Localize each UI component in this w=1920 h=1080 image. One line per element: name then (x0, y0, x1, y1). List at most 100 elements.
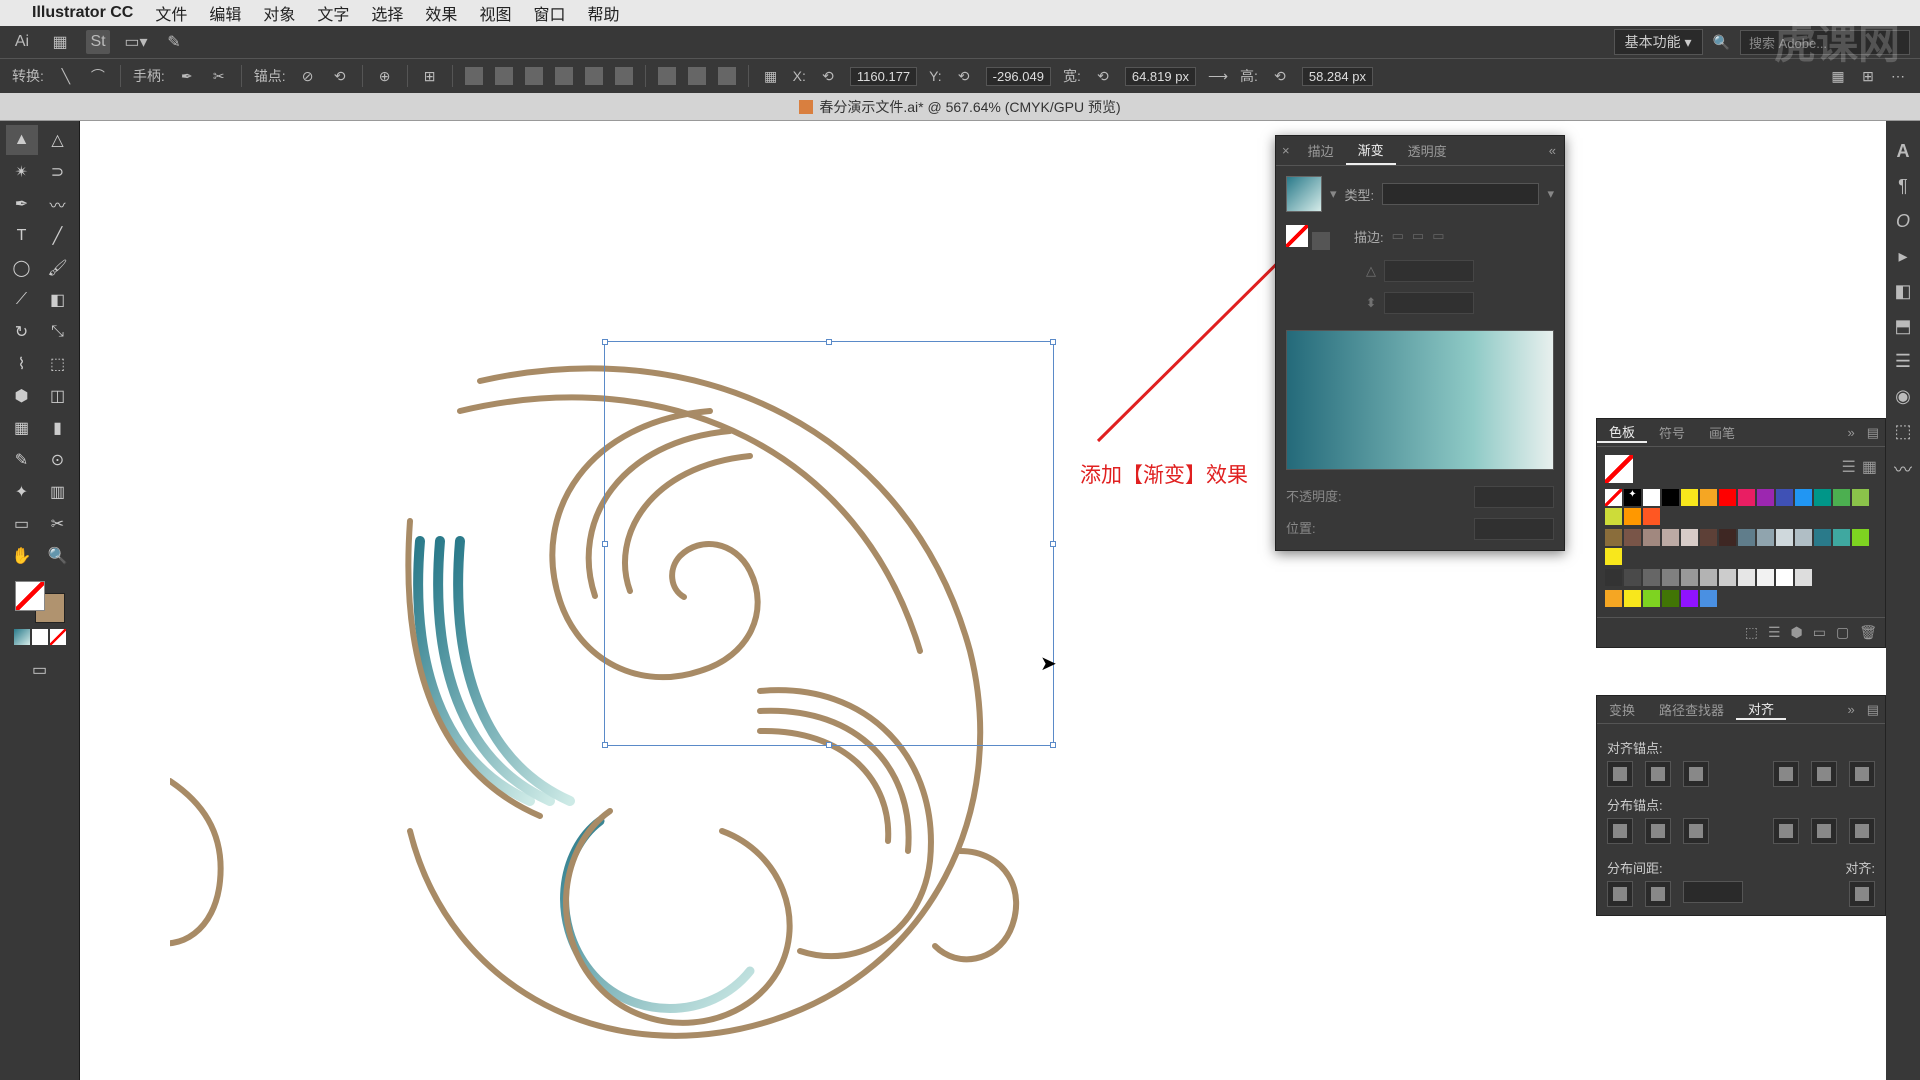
menu-select[interactable]: 选择 (371, 1, 403, 25)
panel-close-icon[interactable]: × (1276, 143, 1296, 158)
color-mode-swatches[interactable] (14, 629, 66, 645)
dist-sh-icon[interactable] (1607, 881, 1633, 907)
swatch-color[interactable] (1605, 548, 1622, 565)
opentype-panel-icon[interactable]: O (1896, 211, 1910, 232)
link-w-icon[interactable]: ⟲ (1093, 66, 1113, 86)
align-r-icon[interactable] (1683, 761, 1709, 787)
pref-icon[interactable]: ✎ (162, 30, 186, 54)
dist-c-icon[interactable] (1811, 818, 1837, 844)
dist-b-icon[interactable] (1683, 818, 1709, 844)
swatch-menu-icon[interactable]: ☰ (1768, 624, 1781, 641)
handle-icon[interactable]: ✒ (177, 66, 197, 86)
shape-builder-tool[interactable]: ⬢ (6, 381, 38, 411)
align-expand-icon[interactable]: » (1841, 702, 1860, 717)
swatch-color[interactable] (1814, 529, 1831, 546)
libraries-icon[interactable]: ◧ (1894, 281, 1911, 302)
gradient-type-select[interactable] (1382, 183, 1539, 205)
swatch-color[interactable] (1662, 489, 1679, 506)
align-pixel-icon[interactable]: ⊞ (420, 66, 440, 86)
angle-icon[interactable]: △ (1366, 263, 1376, 279)
stroke-tab[interactable]: 描边 (1296, 136, 1346, 165)
location-field[interactable] (1474, 518, 1554, 540)
ref-point-icon[interactable]: ▦ (761, 66, 781, 86)
link-y-icon[interactable]: ⟲ (954, 66, 974, 86)
paragraph-panel-icon[interactable]: ¶ (1898, 176, 1908, 197)
dist-space-icon[interactable] (718, 67, 736, 85)
swatch-color[interactable] (1738, 529, 1755, 546)
swatch-color[interactable] (1852, 529, 1869, 546)
swatch-color[interactable] (1719, 489, 1736, 506)
free-transform-tool[interactable]: ⬚ (42, 349, 74, 379)
swatch-color[interactable] (1738, 569, 1755, 586)
menu-edit[interactable]: 编辑 (209, 1, 241, 25)
fill-stroke-swatch[interactable] (15, 581, 65, 623)
hand-tool[interactable]: ✋ (6, 541, 38, 571)
swatch-color[interactable] (1643, 569, 1660, 586)
swatch-color[interactable] (1738, 489, 1755, 506)
stroke-across-icon[interactable]: ▭ (1432, 228, 1444, 244)
pixel-grid-icon[interactable]: ⊞ (1858, 66, 1878, 86)
swatch-group-icon[interactable]: ▭ (1813, 624, 1826, 641)
menu-window[interactable]: 窗口 (533, 1, 565, 25)
swatches-panel[interactable]: 色板 符号 画笔 » ▤ ☰ ▦ ✦ ⬚ ☰ ⬢ ▭ ▢ 🗑 (1596, 418, 1886, 648)
align-c-icon[interactable] (1645, 761, 1671, 787)
pathfinder-tab[interactable]: 路径查找器 (1647, 700, 1736, 719)
stroke-along-icon[interactable]: ▭ (1412, 228, 1424, 244)
gradient-panel[interactable]: × 描边 渐变 透明度 « ▾ 类型: ▾ 描边: ▭ ▭ ▭ △ ⬍ (1275, 135, 1565, 551)
swatch-color[interactable] (1700, 529, 1717, 546)
wand-tool[interactable]: ✴ (6, 157, 38, 187)
direct-select-tool[interactable]: △ (42, 125, 74, 155)
zoom-tool[interactable]: 🔍 (42, 541, 74, 571)
lasso-tool[interactable]: ⊃ (42, 157, 74, 187)
asset-export-icon[interactable]: ⬒ (1894, 316, 1911, 337)
behind-swatch[interactable] (1312, 232, 1330, 250)
workspace-dropdown[interactable]: 基本功能 ▾ (1614, 29, 1703, 55)
dist-space-field[interactable] (1683, 881, 1743, 903)
eyedropper-tool[interactable]: ✎ (6, 445, 38, 475)
link-x-icon[interactable]: ⟲ (818, 66, 838, 86)
document-tab[interactable]: 春分演示文件.ai* @ 567.64% (CMYK/GPU 预览) (0, 93, 1920, 121)
gradient-thumbnail[interactable] (1286, 176, 1322, 212)
brushes-icon2[interactable]: 〰 (1894, 456, 1912, 482)
artboard-tool[interactable]: ▭ (6, 509, 38, 539)
new-swatch-icon[interactable]: ▢ (1836, 624, 1849, 641)
align-bottom-icon[interactable] (615, 67, 633, 85)
swatch-color[interactable] (1700, 489, 1717, 506)
scale-tool[interactable]: ⤡ (42, 317, 74, 347)
swatch-grid-icon[interactable]: ▦ (1862, 457, 1877, 477)
swatch-color[interactable] (1624, 508, 1641, 525)
gradient-tab[interactable]: 渐变 (1346, 136, 1396, 165)
blend-tool[interactable]: ⊙ (42, 445, 74, 475)
screen-mode-tool[interactable]: ▭ (24, 655, 56, 685)
swatch-color[interactable] (1605, 569, 1622, 586)
dist-m-icon[interactable] (1645, 818, 1671, 844)
swatch-color[interactable] (1700, 569, 1717, 586)
line-tool[interactable]: ╱ (42, 221, 74, 251)
swatch-color[interactable] (1624, 529, 1641, 546)
align-left-icon[interactable] (465, 67, 483, 85)
swatch-color[interactable] (1662, 529, 1679, 546)
swatch-color[interactable] (1776, 529, 1793, 546)
swatch-color[interactable] (1662, 590, 1679, 607)
pixel-snap-icon[interactable]: ▦ (1828, 66, 1848, 86)
swatch-color[interactable] (1795, 529, 1812, 546)
selection-bounding-box[interactable] (604, 341, 1054, 746)
swatch-color[interactable] (1757, 489, 1774, 506)
remove-anchor-icon[interactable]: ⊘ (298, 66, 318, 86)
swatch-color[interactable] (1700, 590, 1717, 607)
angle-field[interactable] (1384, 260, 1474, 282)
align-b-icon[interactable] (1849, 761, 1875, 787)
app-name[interactable]: Illustrator CC (32, 4, 133, 22)
convert-point-icon[interactable]: ╲ (56, 66, 76, 86)
expand-panel-icon[interactable]: ▸ (1898, 246, 1907, 267)
aspect-field[interactable] (1384, 292, 1474, 314)
dist-r-icon[interactable] (1849, 818, 1875, 844)
link-wh-icon[interactable]: ⟶ (1208, 66, 1228, 86)
align-panel[interactable]: 变换 路径查找器 对齐 » ▤ 对齐锚点: 分布锚点: 分布间距 (1596, 695, 1886, 916)
convert-smooth-icon[interactable]: ⌒ (88, 66, 108, 86)
join-icon[interactable]: ⟲ (330, 66, 350, 86)
swatch-color[interactable] (1719, 529, 1736, 546)
expand-icon[interactable]: » (1841, 425, 1860, 440)
char-panel-icon[interactable]: A (1897, 141, 1910, 162)
perspective-tool[interactable]: ◫ (42, 381, 74, 411)
